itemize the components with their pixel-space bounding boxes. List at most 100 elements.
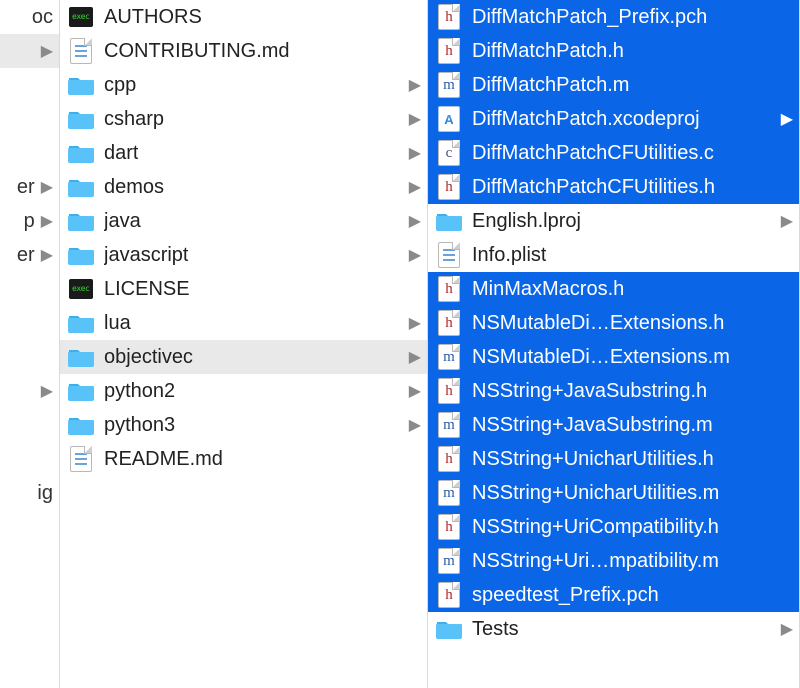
m-file-icon: m	[436, 72, 462, 98]
file-row[interactable]: hMinMaxMacros.h	[428, 272, 799, 306]
file-row[interactable]: cDiffMatchPatchCFUtilities.c	[428, 136, 799, 170]
prev-column-item[interactable]	[0, 68, 59, 102]
prev-column-label: er	[17, 176, 35, 199]
m-file-icon: m	[436, 344, 462, 370]
prev-column-item[interactable]	[0, 340, 59, 374]
file-name: README.md	[104, 448, 223, 471]
prev-column-item[interactable]	[0, 442, 59, 476]
file-row[interactable]: javascript▶	[60, 238, 427, 272]
chevron-right-icon: ▶	[405, 143, 421, 163]
folder-icon	[436, 208, 462, 234]
folder-icon	[68, 412, 94, 438]
file-row[interactable]: Tests▶	[428, 612, 799, 646]
prev-column-item[interactable]: oc	[0, 0, 59, 34]
file-name: NSString+UnicharUtilities.m	[472, 482, 719, 505]
prev-column-item[interactable]	[0, 272, 59, 306]
file-row[interactable]: mNSString+JavaSubstring.m	[428, 408, 799, 442]
file-row[interactable]: python3▶	[60, 408, 427, 442]
file-row[interactable]: CONTRIBUTING.md	[60, 34, 427, 68]
folder-icon	[436, 616, 462, 642]
file-name: lua	[104, 312, 131, 335]
file-name: DiffMatchPatchCFUtilities.h	[472, 176, 715, 199]
file-row[interactable]: hDiffMatchPatchCFUtilities.h	[428, 170, 799, 204]
file-name: NSString+UriCompatibility.h	[472, 516, 719, 539]
file-row[interactable]: demos▶	[60, 170, 427, 204]
file-row[interactable]: objectivec ▶	[60, 340, 427, 374]
file-name: Tests	[472, 618, 519, 641]
file-name: LICENSE	[104, 278, 190, 301]
file-row[interactable]: mNSString+Uri…mpatibility.m	[428, 544, 799, 578]
file-row[interactable]: AUTHORS	[60, 0, 427, 34]
prev-column-item[interactable]: ▶	[0, 34, 59, 68]
header-file-icon: h	[436, 4, 462, 30]
file-row[interactable]: dart ▶	[60, 136, 427, 170]
header-file-icon: h	[436, 378, 462, 404]
document-icon	[68, 38, 94, 64]
folder-icon	[68, 242, 94, 268]
file-row[interactable]: h NSString+JavaSubstring.h	[428, 374, 799, 408]
file-row[interactable]: hDiffMatchPatch.h	[428, 34, 799, 68]
file-name: python2	[104, 380, 175, 403]
header-file-icon: h	[436, 582, 462, 608]
column-objectivec[interactable]: hDiffMatchPatch_Prefix.pchhDiffMatchPatc…	[428, 0, 800, 688]
prev-column-item[interactable]: ig	[0, 476, 59, 510]
prev-column-item[interactable]: er▶	[0, 238, 59, 272]
file-row[interactable]: csharp ▶	[60, 102, 427, 136]
prev-column-item[interactable]: ▶	[0, 374, 59, 408]
column-repo-root[interactable]: AUTHORSCONTRIBUTING.mdcpp▶ csharp ▶ dart ▶ de…	[60, 0, 428, 688]
folder-icon	[68, 310, 94, 336]
file-row[interactable]: hNSString+UnicharUtilities.h	[428, 442, 799, 476]
prev-column-label: oc	[32, 6, 53, 29]
header-file-icon: h	[436, 310, 462, 336]
chevron-right-icon: ▶	[405, 381, 421, 401]
file-name: DiffMatchPatch.h	[472, 40, 624, 63]
chevron-right-icon: ▶	[405, 347, 421, 367]
file-name: DiffMatchPatchCFUtilities.c	[472, 142, 714, 165]
file-row[interactable]: Info.plist	[428, 238, 799, 272]
chevron-right-icon: ▶	[41, 211, 53, 231]
file-name: csharp	[104, 108, 164, 131]
file-name: NSString+JavaSubstring.h	[472, 380, 707, 403]
exec-icon	[68, 4, 94, 30]
file-row[interactable]: hNSMutableDi…Extensions.h	[428, 306, 799, 340]
prev-column-label: p	[24, 210, 35, 233]
prev-column-item[interactable]	[0, 102, 59, 136]
chevron-right-icon: ▶	[41, 177, 53, 197]
file-row[interactable]: hspeedtest_Prefix.pch	[428, 578, 799, 612]
file-row[interactable]: English.lproj ▶	[428, 204, 799, 238]
header-file-icon: h	[436, 514, 462, 540]
folder-icon	[68, 106, 94, 132]
m-file-icon: m	[436, 412, 462, 438]
chevron-right-icon: ▶	[777, 211, 793, 231]
folder-icon	[68, 378, 94, 404]
file-row[interactable]: LICENSE	[60, 272, 427, 306]
file-row[interactable]: cpp▶	[60, 68, 427, 102]
prev-column-item[interactable]: er ▶	[0, 170, 59, 204]
file-row[interactable]: lua▶	[60, 306, 427, 340]
file-name: English.lproj	[472, 210, 581, 233]
file-row[interactable]: mDiffMatchPatch.m	[428, 68, 799, 102]
file-row[interactable]: mNSMutableDi…Extensions.m	[428, 340, 799, 374]
file-name: Info.plist	[472, 244, 546, 267]
prev-column-item[interactable]	[0, 136, 59, 170]
chevron-right-icon: ▶	[405, 75, 421, 95]
file-name: dart	[104, 142, 138, 165]
file-name: python3	[104, 414, 175, 437]
prev-column-item[interactable]	[0, 306, 59, 340]
file-row[interactable]: DiffMatchPatch.xcodeproj▶	[428, 102, 799, 136]
document-icon	[68, 446, 94, 472]
file-name: objectivec	[104, 346, 193, 369]
xcode-project-icon	[436, 106, 462, 132]
m-file-icon: m	[436, 480, 462, 506]
file-row[interactable]: python2 ▶	[60, 374, 427, 408]
prev-column-item[interactable]: p▶	[0, 204, 59, 238]
file-row[interactable]: README.md	[60, 442, 427, 476]
prev-column-item[interactable]	[0, 408, 59, 442]
file-row[interactable]: m NSString+UnicharUtilities.m	[428, 476, 799, 510]
file-row[interactable]: h NSString+UriCompatibility.h	[428, 510, 799, 544]
file-row[interactable]: java▶	[60, 204, 427, 238]
column-prev[interactable]: oc▶er▶p▶er▶▶ig	[0, 0, 60, 688]
file-row[interactable]: hDiffMatchPatch_Prefix.pch	[428, 0, 799, 34]
chevron-right-icon: ▶	[405, 109, 421, 129]
chevron-right-icon: ▶	[41, 381, 53, 401]
